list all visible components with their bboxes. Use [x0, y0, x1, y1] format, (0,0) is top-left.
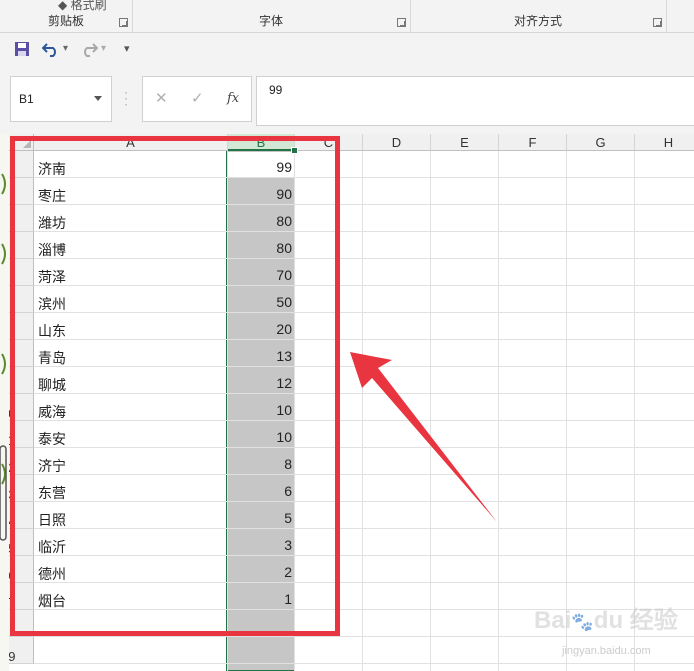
watermark-url: jingyan.baidu.com — [562, 645, 651, 657]
watermark-logo: Bai🐾du 经验 — [534, 607, 678, 634]
annotation-arrow — [350, 352, 497, 522]
